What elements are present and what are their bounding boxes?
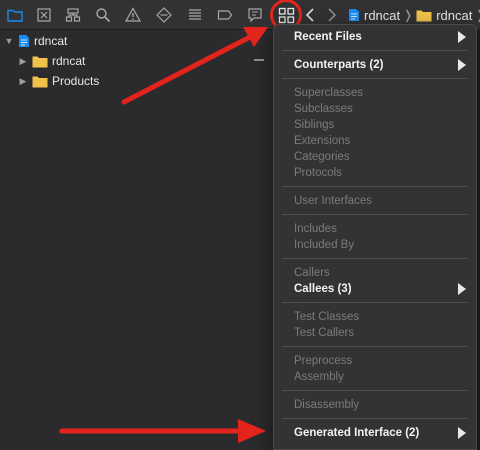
menu-item-label: Generated Interface (2): [294, 427, 420, 439]
menu-separator: [282, 390, 468, 391]
menu-item-user-interfaces: User Interfaces: [294, 193, 466, 209]
menu-item-label: Callers: [294, 267, 330, 279]
hierarchy-icon[interactable]: [64, 6, 82, 24]
menu-item-assembly: Assembly: [294, 369, 466, 385]
menu-item-recent-files[interactable]: Recent Files: [294, 29, 466, 45]
menu-item-label: Included By: [294, 239, 355, 251]
menu-separator: [282, 418, 468, 419]
menu-item-label: User Interfaces: [294, 195, 372, 207]
find-icon[interactable]: [94, 6, 112, 24]
report-icon[interactable]: [246, 6, 264, 24]
tree-row-label: Products: [52, 74, 100, 88]
menu-item-callees[interactable]: Callees (3): [294, 281, 466, 297]
related-items-menu: Recent Files Counterparts (2) Superclass…: [273, 24, 477, 450]
menu-item-label: Assembly: [294, 371, 344, 383]
submenu-arrow-icon: [458, 31, 466, 43]
menu-item-label: Test Callers: [294, 327, 355, 339]
tree-row-label: rdncat: [34, 34, 68, 48]
project-navigator: ▼ rdncat ▶ rdncat ▶ Products: [0, 31, 272, 450]
source-control-icon[interactable]: [35, 6, 53, 24]
menu-item-categories: Categories: [294, 149, 466, 165]
folder-icon: [32, 56, 48, 67]
back-button[interactable]: [304, 6, 316, 24]
menu-item-generated-interface[interactable]: Generated Interface (2): [294, 425, 466, 441]
project-file-icon: [349, 9, 359, 21]
jump-bar-separator-icon: ❭: [475, 8, 480, 22]
menu-separator: [282, 346, 468, 347]
submenu-arrow-icon: [458, 59, 466, 71]
menu-item-label: Preprocess: [294, 355, 353, 367]
debug-icon[interactable]: [186, 6, 204, 24]
menu-item-label: Includes: [294, 223, 337, 235]
tree-row-group[interactable]: ▶ Products: [18, 72, 100, 90]
menu-item-label: Protocols: [294, 167, 342, 179]
menu-item-extensions: Extensions: [294, 133, 466, 149]
menu-separator: [282, 258, 468, 259]
menu-item-label: Categories: [294, 151, 350, 163]
menu-item-superclasses: Superclasses: [294, 85, 466, 101]
menu-item-label: Extensions: [294, 135, 351, 147]
disclosure-expanded-icon[interactable]: ▼: [4, 36, 14, 46]
disclosure-collapsed-icon[interactable]: ▶: [18, 56, 28, 66]
menu-item-label: Superclasses: [294, 87, 364, 99]
menu-item-test-classes: Test Classes: [294, 309, 466, 325]
menu-item-test-callers: Test Callers: [294, 325, 466, 341]
menu-item-label: Recent Files: [294, 31, 362, 43]
folder-icon[interactable]: [6, 6, 24, 24]
menu-item-counterparts[interactable]: Counterparts (2): [294, 57, 466, 73]
issue-icon[interactable]: [124, 6, 142, 24]
chevron-left-icon: [305, 8, 314, 22]
menu-separator: [282, 186, 468, 187]
tree-row-group[interactable]: ▶ rdncat: [18, 52, 86, 70]
menu-item-label: Siblings: [294, 119, 335, 131]
menu-item-included-by: Included By: [294, 237, 466, 253]
menu-item-includes: Includes: [294, 221, 466, 237]
menu-item-subclasses: Subclasses: [294, 101, 466, 117]
minus-icon: [254, 59, 264, 61]
jump-bar-project[interactable]: rdncat: [364, 8, 400, 23]
menu-item-label: Callees (3): [294, 283, 352, 295]
folder-icon: [32, 76, 48, 87]
tree-row-project[interactable]: ▼ rdncat: [4, 32, 68, 50]
menu-item-label: Subclasses: [294, 103, 353, 115]
menu-item-protocols: Protocols: [294, 165, 466, 181]
menu-item-label: Counterparts (2): [294, 59, 384, 71]
folder-icon: [416, 10, 432, 21]
menu-separator: [282, 302, 468, 303]
related-items-icon: [278, 7, 294, 23]
menu-item-callers: Callers: [294, 265, 466, 281]
menu-item-siblings: Siblings: [294, 117, 466, 133]
jump-bar-group[interactable]: rdncat: [436, 8, 472, 23]
breakpoint-icon[interactable]: [216, 6, 234, 24]
disclosure-collapsed-icon[interactable]: ▶: [18, 76, 28, 86]
menu-item-preprocess: Preprocess: [294, 353, 466, 369]
test-icon[interactable]: [155, 6, 173, 24]
project-file-icon: [19, 35, 29, 47]
jump-bar: rdncat ❭ rdncat ❭: [348, 6, 480, 24]
menu-separator: [282, 214, 468, 215]
forward-button[interactable]: [326, 6, 338, 24]
submenu-arrow-icon: [458, 427, 466, 439]
tree-row-label: rdncat: [52, 54, 86, 68]
menu-item-disassembly: Disassembly: [294, 397, 466, 413]
menu-separator: [282, 50, 468, 51]
menu-separator: [282, 78, 468, 79]
jump-bar-separator-icon: ❭: [403, 8, 414, 22]
menu-item-label: Test Classes: [294, 311, 360, 323]
menu-item-label: Disassembly: [294, 399, 360, 411]
chevron-right-icon: [328, 8, 337, 22]
submenu-arrow-icon: [458, 283, 466, 295]
